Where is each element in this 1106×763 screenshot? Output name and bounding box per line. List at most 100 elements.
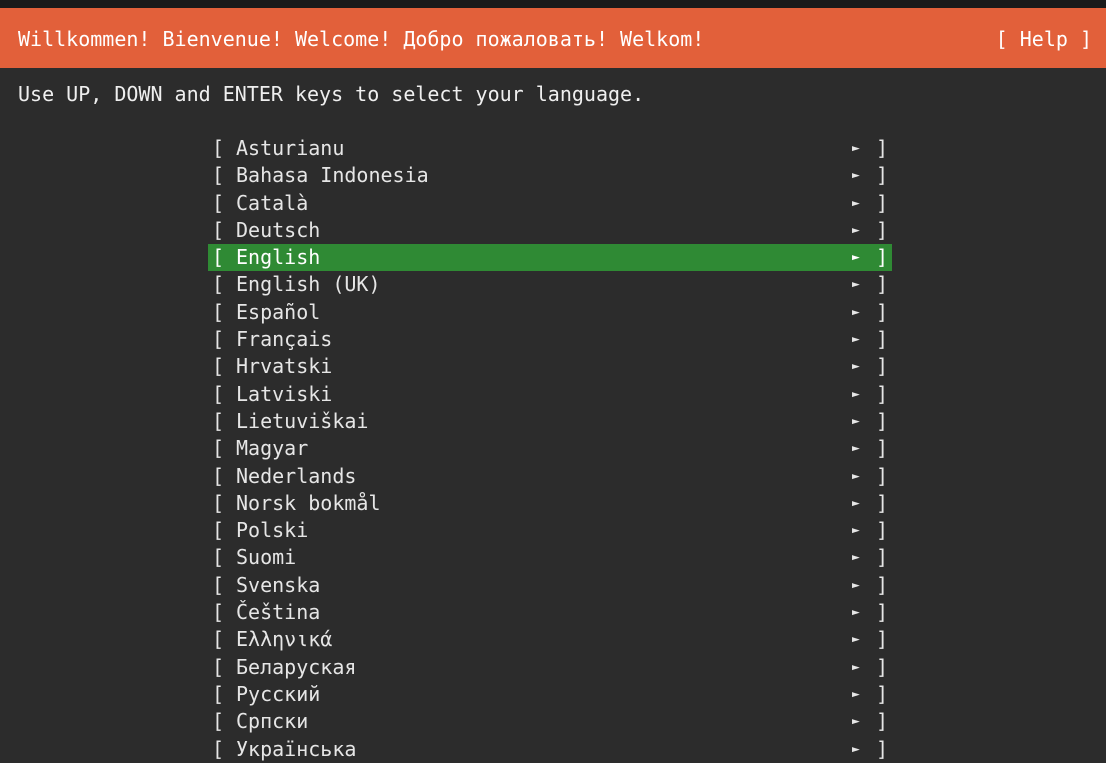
right-arrow-icon: ► (852, 141, 860, 156)
close-bracket: ] (876, 627, 889, 652)
close-bracket: ] (876, 463, 889, 488)
header-bar: Willkommen! Bienvenue! Welcome! Добро по… (0, 8, 1106, 68)
language-option-[interactable]: [ Беларуская ►] (208, 654, 892, 681)
open-bracket: [ (212, 354, 225, 379)
language-option-magyar[interactable]: [Magyar ►] (208, 435, 892, 462)
language-label: Français (236, 327, 333, 352)
close-bracket: ] (876, 600, 889, 625)
language-option-nederlands[interactable]: [ Nederlands ►] (208, 463, 892, 490)
right-arrow-icon: ► (852, 250, 860, 266)
language-label: Español (236, 299, 321, 324)
language-option-e-tina[interactable]: [Čeština ►] (208, 599, 892, 626)
language-option-[interactable]: [Русский ►] (208, 681, 892, 708)
close-bracket: ] (876, 654, 889, 679)
language-list: [Asturianu ►] [Bahasa Indonesia ►] [Català ►]… (208, 135, 892, 763)
language-option-fran-ais[interactable]: [ Français ►] (208, 326, 892, 353)
language-option-english-uk[interactable]: [ English (UK) ►] (208, 271, 892, 298)
language-option-bahasa-indonesia[interactable]: [Bahasa Indonesia ►] (208, 162, 892, 189)
language-label: Ελληνικά (236, 627, 333, 652)
language-label: Čeština (236, 600, 321, 625)
open-bracket: [ (212, 627, 225, 652)
language-label: Deutsch (236, 217, 321, 242)
language-label: Nederlands (236, 463, 357, 488)
right-arrow-icon: ► (852, 659, 860, 675)
open-bracket: [ (212, 436, 225, 461)
language-label: Српски (236, 709, 309, 734)
language-label: Hrvatski (236, 354, 333, 379)
right-arrow-icon: ► (852, 195, 860, 211)
language-label: Polski (236, 518, 309, 543)
language-label: Asturianu (236, 136, 345, 160)
language-option-hrvatski[interactable]: [Hrvatski ►] (208, 353, 892, 380)
language-label: Norsk bokmål (236, 490, 381, 515)
language-label: Русский (236, 681, 321, 706)
right-arrow-icon: ► (852, 523, 860, 539)
right-arrow-icon: ► (852, 277, 860, 293)
right-arrow-icon: ► (852, 605, 860, 621)
right-arrow-icon: ► (852, 359, 860, 375)
open-bracket: [ (212, 327, 225, 352)
close-bracket: ] (876, 518, 889, 543)
open-bracket: [ (212, 490, 225, 515)
right-arrow-icon: ► (852, 441, 860, 457)
right-arrow-icon: ► (852, 222, 860, 238)
open-bracket: [ (212, 381, 225, 406)
close-bracket: ] (876, 217, 889, 242)
language-option-[interactable]: [Српски ►] (208, 708, 892, 735)
language-label: English (UK) (236, 272, 381, 297)
right-arrow-icon: ► (852, 386, 860, 402)
language-option-english[interactable]: [ English ►] (208, 244, 892, 272)
open-bracket: [ (212, 654, 225, 679)
open-bracket: [ (212, 299, 225, 324)
close-bracket: ] (876, 572, 889, 597)
language-label: English (236, 245, 321, 270)
right-arrow-icon: ► (852, 332, 860, 348)
right-arrow-icon: ► (852, 714, 860, 730)
right-arrow-icon: ► (852, 413, 860, 429)
language-option-suomi[interactable]: [Suomi ►] (208, 544, 892, 571)
right-arrow-icon: ► (852, 686, 860, 702)
right-arrow-icon: ► (852, 550, 860, 566)
close-bracket: ] (876, 681, 889, 706)
language-label: Magyar (236, 436, 309, 461)
language-option-catal[interactable]: [Català ►] (208, 190, 892, 217)
language-option-norsk-bokm-l[interactable]: [Norsk bokmål ►] (208, 490, 892, 517)
close-bracket: ] (876, 272, 889, 297)
open-bracket: [ (212, 709, 225, 734)
open-bracket: [ (212, 190, 225, 215)
window-top-edge (0, 0, 1106, 8)
language-label: Svenska (236, 572, 321, 597)
help-button[interactable]: [ Help ] (996, 28, 1092, 50)
open-bracket: [ (212, 518, 225, 543)
language-label: Lietuviškai (236, 408, 369, 433)
open-bracket: [ (212, 463, 225, 488)
language-option-latviski[interactable]: [Latviski ►] (208, 381, 892, 408)
language-option-[interactable]: [Ελληνικά ►] (208, 626, 892, 653)
close-bracket: ] (876, 327, 889, 352)
language-option-svenska[interactable]: [Svenska ►] (208, 572, 892, 599)
close-bracket: ] (876, 545, 889, 570)
open-bracket: [ (212, 245, 225, 270)
right-arrow-icon: ► (852, 304, 860, 320)
close-bracket: ] (876, 245, 889, 270)
right-arrow-icon: ► (852, 468, 860, 484)
language-option-deutsch[interactable]: [ Deutsch ►] (208, 217, 892, 244)
open-bracket: [ (212, 408, 225, 433)
language-option-lietuvi-kai[interactable]: [Lietuviškai ►] (208, 408, 892, 435)
language-option-espa-ol[interactable]: [ Español ►] (208, 299, 892, 326)
language-option-polski[interactable]: [ Polski ►] (208, 517, 892, 544)
open-bracket: [ (212, 572, 225, 597)
language-option-[interactable]: [Українська ►] (208, 736, 892, 763)
open-bracket: [ (212, 272, 225, 297)
close-bracket: ] (876, 299, 889, 324)
right-arrow-icon: ► (852, 495, 860, 511)
language-label: Українська (236, 736, 357, 761)
open-bracket: [ (212, 163, 225, 188)
language-label: Català (236, 190, 309, 215)
language-label: Беларуская (236, 654, 357, 679)
language-option-asturianu[interactable]: [Asturianu ►] (208, 135, 892, 162)
close-bracket: ] (876, 736, 889, 761)
open-bracket: [ (212, 217, 225, 242)
language-label: Latviski (236, 381, 333, 406)
open-bracket: [ (212, 545, 225, 570)
